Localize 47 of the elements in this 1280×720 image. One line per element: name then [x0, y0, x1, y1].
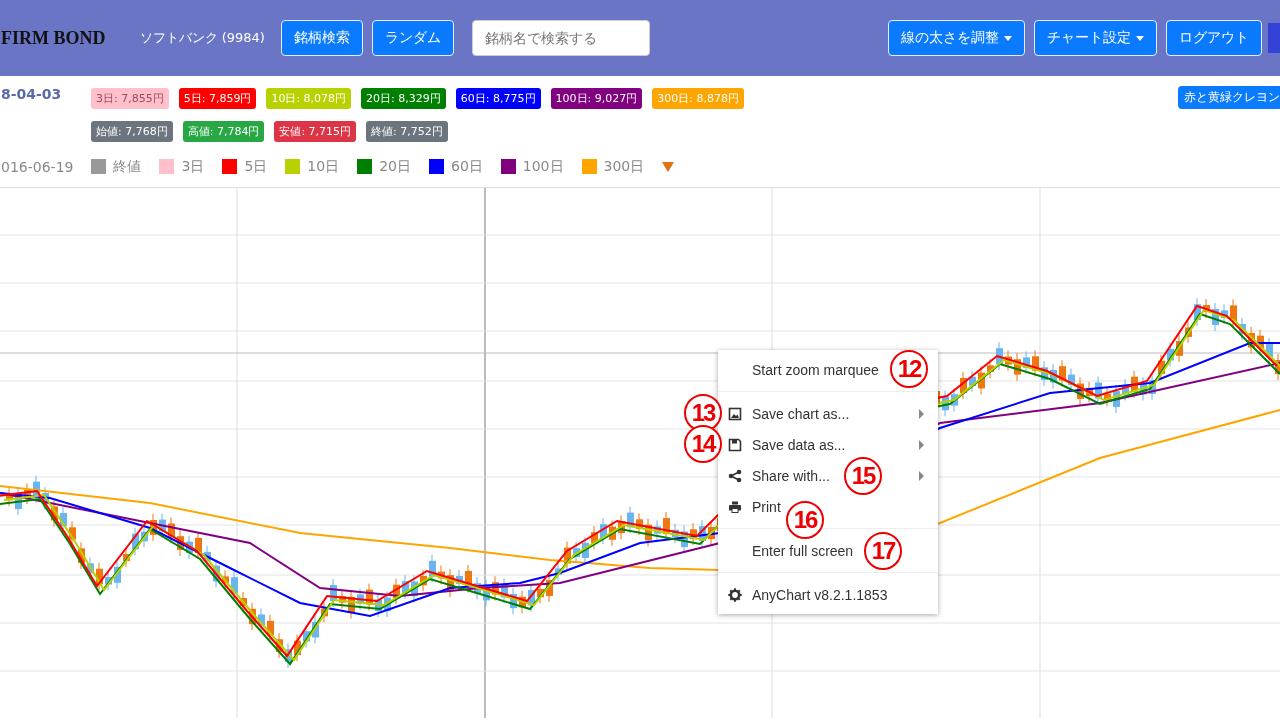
average-badge: 20日: 8,329円	[361, 88, 446, 109]
menu-item[interactable]: Save data as...	[752, 436, 846, 453]
average-badge: 10日: 8,078円	[266, 88, 352, 109]
price-badge: 高値: 7,784円	[182, 121, 265, 142]
image-icon	[728, 406, 742, 421]
callout-number: 17	[864, 532, 902, 570]
brand-logo[interactable]: FIRM BOND	[1, 27, 106, 49]
stock-name: ソフトバンク (9984)	[139, 29, 265, 47]
nav-button[interactable]: ランダム	[371, 20, 454, 56]
legend-label[interactable]: 100日	[522, 157, 564, 176]
average-badge: 60日: 8,775円	[455, 88, 541, 109]
menu-item[interactable]: Start zoom marquee	[752, 361, 879, 378]
settings-icon	[728, 587, 742, 602]
printer-icon	[728, 499, 742, 514]
callout-number: 14	[684, 425, 722, 463]
date-label: 8-04-03	[1, 86, 63, 102]
search-field[interactable]: 銘柄名で検索する	[471, 20, 650, 56]
legend-date: 016-06-19	[1, 158, 74, 175]
share-icon	[728, 468, 742, 483]
average-badge: 300日: 8,878円	[652, 88, 744, 109]
menu-item[interactable]: Save chart as...	[752, 405, 850, 422]
menu-item[interactable]: Enter full screen	[752, 542, 854, 559]
callout-number: 15	[844, 457, 882, 495]
dropdown-button[interactable]: チャート設定	[1034, 20, 1157, 56]
legend-label[interactable]: 10日	[307, 157, 340, 176]
legend-label[interactable]: 60日	[450, 157, 483, 176]
dropdown-triangle-icon[interactable]	[662, 161, 675, 172]
menu-item[interactable]: Print	[752, 498, 781, 515]
logout-button[interactable]: ログアウト	[1166, 20, 1262, 56]
menu-item[interactable]: Share with...	[752, 467, 830, 484]
legend-label[interactable]: 3日	[181, 157, 205, 176]
nav-button[interactable]: 銘柄検索	[280, 20, 363, 56]
price-badge: 終値: 7,752円	[366, 121, 448, 142]
callout-number: 12	[890, 350, 928, 388]
average-badge: 100日: 9,027円	[550, 88, 643, 109]
price-badge: 始値: 7,768円	[91, 121, 173, 142]
menu-item[interactable]: AnyChart v8.2.1.1853	[752, 586, 888, 603]
average-badge: 3日: 7,855円	[91, 88, 169, 109]
callout-number: 16	[786, 501, 824, 539]
legend-label[interactable]: 5日	[244, 157, 268, 176]
average-badge: 5日: 7,859円	[178, 88, 257, 109]
legend-label[interactable]: 300日	[603, 157, 645, 176]
price-badge: 安値: 7,715円	[274, 121, 357, 142]
dropdown-button[interactable]: 線の太さを調整	[888, 20, 1025, 56]
theme-button[interactable]: 赤と黄緑クレヨン	[1178, 86, 1280, 109]
legend-label[interactable]: 20日	[379, 157, 411, 176]
legend-label[interactable]: 終値	[113, 157, 142, 176]
